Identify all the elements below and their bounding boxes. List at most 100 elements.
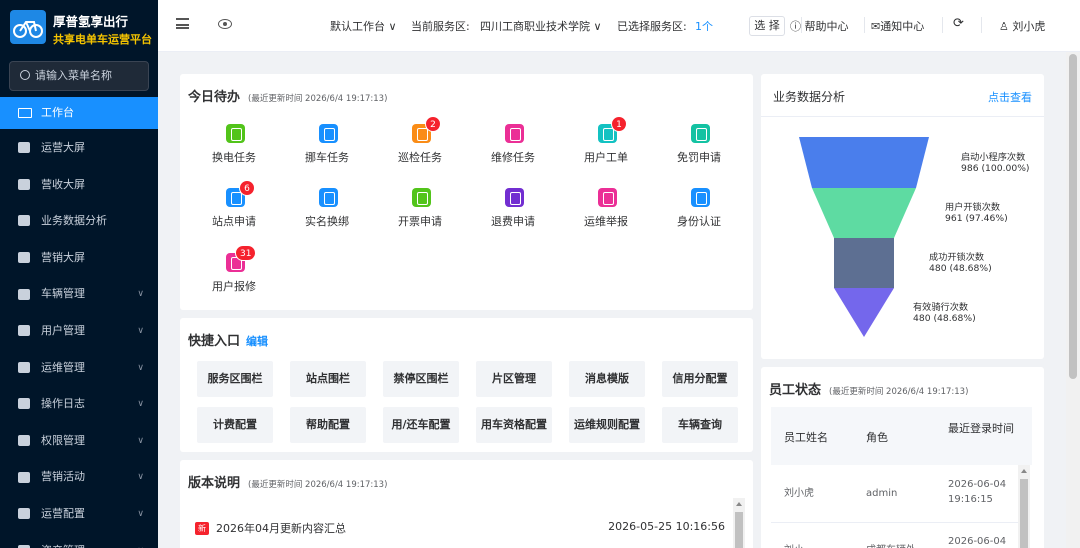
todo-item[interactable]: 1 用户工单: [560, 116, 652, 184]
col-name: 员工姓名: [784, 431, 828, 444]
help-icon: ⓘ: [790, 20, 801, 33]
sidebar-item-11[interactable]: 运营配置 ∨: [0, 496, 158, 533]
sidebar-item-9[interactable]: 权限管理 ∨: [0, 423, 158, 460]
version-scrollbar[interactable]: [733, 498, 745, 548]
quick-entry-button[interactable]: 计费配置: [197, 407, 273, 443]
sidebar-item-label: 运维管理: [41, 360, 85, 374]
sidebar-item-0[interactable]: 工作台: [0, 97, 158, 129]
sidebar-item-10[interactable]: 营销活动 ∨: [0, 459, 158, 496]
select-area-button[interactable]: 选 择: [749, 16, 785, 36]
sidebar-item-label: 运营配置: [41, 506, 85, 520]
version-updated: (最近更新时间 2026/6/4 19:17:13): [248, 480, 388, 490]
staff-title: 员工状态 (最近更新时间 2026/6/4 19:17:13): [769, 379, 968, 398]
quick-entry-button[interactable]: 帮助配置: [290, 407, 366, 443]
sidebar-item-6[interactable]: 用户管理 ∨: [0, 313, 158, 350]
sidebar-item-label: 操作日志: [41, 397, 85, 411]
sidebar-item-label: 运营大屏: [41, 141, 85, 154]
sidebar-item-1[interactable]: 运营大屏: [0, 130, 158, 167]
sidebar-item-2[interactable]: 营收大屏: [0, 167, 158, 204]
staff-scrollbar[interactable]: [1018, 465, 1030, 548]
chevron-down-icon: ∨: [137, 362, 144, 373]
quick-entry-button[interactable]: 禁停区围栏: [383, 361, 459, 397]
staff-title-text: 员工状态: [769, 383, 822, 398]
sidebar-item-4[interactable]: 营销大屏: [0, 240, 158, 277]
todo-label: 用户报修: [212, 280, 256, 293]
sidebar-item-3[interactable]: 业务数据分析: [0, 203, 158, 240]
quick-entry-button[interactable]: 运维规则配置: [569, 407, 645, 443]
todo-icon: [505, 188, 524, 207]
eye-icon[interactable]: [218, 19, 232, 29]
sidebar-item-7[interactable]: 运维管理 ∨: [0, 350, 158, 387]
todo-card: 今日待办 (最近更新时间 2026/6/4 19:17:13) 换电任务 挪车任务 2…: [180, 74, 753, 310]
sidebar-item-label: 营收大屏: [41, 177, 85, 191]
analysis-icon: [18, 215, 30, 227]
menu-toggle-icon[interactable]: [176, 18, 189, 29]
todo-item[interactable]: 31 用户报修: [188, 245, 280, 313]
chevron-down-icon: ∨: [137, 472, 144, 483]
service-area-label: 当前服务区:: [411, 20, 470, 33]
bike-logo-icon: [10, 10, 46, 44]
todo-icon: [412, 188, 431, 207]
quick-entry-button[interactable]: 车辆查询: [662, 407, 738, 443]
sidebar-item-label: 车辆管理: [41, 287, 85, 301]
todo-item[interactable]: 换电任务: [188, 124, 280, 184]
todo-item[interactable]: 2 巡检任务: [374, 116, 466, 184]
version-card: 版本说明 (最近更新时间 2026/6/4 19:17:13) 新 2026年04…: [180, 460, 753, 548]
todo-icon: [691, 188, 710, 207]
search-placeholder: 请输入菜单名称: [35, 69, 112, 82]
todo-item[interactable]: 退费申请: [467, 188, 559, 248]
quick-entry-button[interactable]: 信用分配置: [662, 361, 738, 397]
config-icon: [18, 508, 30, 520]
todo-title-text: 今日待办: [188, 90, 241, 105]
todo-label: 挪车任务: [305, 151, 349, 164]
version-item[interactable]: 新 2026年04月更新内容汇总 2026-05-25 10:16:56: [195, 520, 725, 536]
sidebar-item-label: 权限管理: [41, 433, 85, 447]
refresh-icon[interactable]: ⟳: [953, 16, 964, 31]
help-label: 帮助中心: [804, 20, 849, 33]
service-area-select[interactable]: 四川工商职业技术学院 ∨: [480, 18, 602, 34]
version-title-text: 版本说明: [188, 476, 241, 491]
edit-link[interactable]: 编辑: [246, 335, 268, 348]
quick-entry-button[interactable]: 用/还车配置: [383, 407, 459, 443]
sidebar-item-label: 资产管理: [41, 544, 85, 548]
todo-item[interactable]: 免罚申请: [653, 124, 745, 184]
todo-icon: [226, 124, 245, 143]
todo-badge: 6: [239, 180, 255, 196]
todo-label: 巡检任务: [398, 151, 442, 164]
sidebar-item-label: 营销活动: [41, 470, 85, 484]
quick-entry-button[interactable]: 服务区围栏: [197, 361, 273, 397]
wrench-icon: [18, 361, 30, 373]
notify-label: 通知中心: [880, 20, 925, 33]
quick-entry-card: 快捷入口 编辑 服务区围栏 站点围栏 禁停区围栏 片区管理 消息模版 信用分配置 计费配置 帮助…: [180, 318, 753, 452]
notify-center-link[interactable]: ✉通知中心: [871, 18, 924, 34]
funnel-label-name: 成功开锁次数: [929, 252, 985, 263]
quick-entry-button[interactable]: 片区管理: [476, 361, 552, 397]
page-scrollbar[interactable]: [1066, 52, 1080, 548]
chevron-down-icon: ∨: [137, 399, 144, 410]
todo-item[interactable]: 维修任务: [467, 124, 559, 184]
brand-title: 厚普氢享出行: [53, 14, 129, 29]
todo-item[interactable]: 开票申请: [374, 188, 466, 248]
help-center-link[interactable]: ⓘ 帮助中心: [790, 18, 849, 34]
todo-item[interactable]: 实名换绑: [281, 188, 373, 248]
staff-updated: (最近更新时间 2026/6/4 19:17:13): [829, 387, 969, 397]
sidebar-item-12[interactable]: 资产管理 ∨: [0, 533, 158, 548]
quick-entry-button[interactable]: 站点围栏: [290, 361, 366, 397]
todo-item[interactable]: 6 站点申请: [188, 180, 280, 248]
user-menu[interactable]: ♙ 刘小虎: [999, 18, 1045, 34]
todo-item[interactable]: 身份认证: [653, 188, 745, 248]
todo-item[interactable]: 运维举报: [560, 188, 652, 248]
todo-item[interactable]: 挪车任务: [281, 124, 373, 184]
workspace-select[interactable]: 默认工作台 ∨: [330, 18, 397, 34]
top-bar: 默认工作台 ∨ 当前服务区: 四川工商职业技术学院 ∨ 已选择服务区: 1个 选…: [158, 0, 1080, 52]
quick-entry-button[interactable]: 用车资格配置: [476, 407, 552, 443]
quick-entry-button[interactable]: 消息模版: [569, 361, 645, 397]
chevron-down-icon: ∨: [137, 508, 144, 519]
sidebar-item-8[interactable]: 操作日志 ∨: [0, 386, 158, 423]
sidebar-item-5[interactable]: 车辆管理 ∨: [0, 276, 158, 313]
todo-badge: 31: [235, 245, 257, 261]
mail-icon: ✉: [871, 20, 881, 33]
menu-search-input[interactable]: 请输入菜单名称: [9, 61, 149, 91]
username: 刘小虎: [1012, 20, 1046, 33]
version-title: 版本说明 (最近更新时间 2026/6/4 19:17:13): [188, 472, 387, 491]
